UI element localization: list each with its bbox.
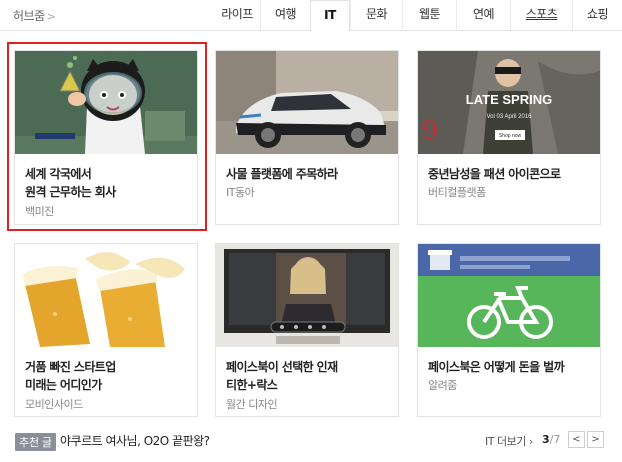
svg-text:9: 9	[422, 116, 439, 146]
article-card-facebook-revenue[interactable]: 페이스북은 어떻게 돈을 벌까 알려줌	[417, 243, 601, 417]
tab-travel[interactable]: 여행	[260, 0, 310, 31]
article-card-remote-work[interactable]: 세계 각국에서 원격 근무하는 회사 백미진	[14, 50, 198, 225]
recommended-article-link[interactable]: 야쿠르트 여사님, O2O 끝판왕?	[60, 432, 210, 449]
article-thumbnail-car	[216, 51, 398, 154]
article-source: 버티컬플랫폼	[428, 186, 486, 199]
chevron-right-icon: >	[46, 10, 56, 23]
article-card-iot-platform[interactable]: 사물 플랫폼에 주목하라 IT동아	[215, 50, 399, 225]
article-source: 모비인사이드	[25, 398, 83, 411]
article-title[interactable]: 중년남성을 패션 아이콘으로	[428, 165, 593, 183]
tab-entertainment[interactable]: 연예	[456, 0, 510, 31]
next-page-button[interactable]: >	[587, 431, 604, 448]
tab-sports[interactable]: 스포츠	[510, 0, 572, 31]
prev-page-button[interactable]: <	[568, 431, 585, 448]
hub-label: 허브줌	[13, 9, 45, 23]
hub-breadcrumb[interactable]: 허브줌 >	[13, 7, 56, 24]
recommended-badge: 추천 글	[15, 433, 56, 451]
article-card-fashion[interactable]: 9 LATE SPRING Vol 03 April 2016 Shop now…	[417, 50, 601, 225]
article-thumbnail-facebook-bike	[418, 244, 600, 347]
article-thumbnail-beer	[15, 244, 197, 347]
chevron-left-icon: <	[572, 434, 581, 445]
vol-text: Vol 03 April 2016	[486, 114, 532, 120]
article-title[interactable]: 페이스북은 어떻게 돈을 벌까	[428, 358, 593, 376]
article-thumbnail-tv	[216, 244, 398, 347]
article-thumbnail-octocat	[15, 51, 197, 154]
it-more-link[interactable]: IT 더보기 ›	[485, 433, 533, 449]
tab-it[interactable]: IT	[310, 0, 350, 32]
article-title[interactable]: 거품 빠진 스타트업 미래는 어디인가	[25, 358, 190, 394]
article-source: 알려줌	[428, 379, 457, 392]
article-source: 월간 디자인	[226, 398, 278, 411]
tab-shopping[interactable]: 쇼핑	[572, 0, 622, 31]
article-source: IT동아	[226, 186, 255, 199]
article-thumbnail-late-spring: 9 LATE SPRING Vol 03 April 2016 Shop now	[418, 51, 600, 154]
tab-life[interactable]: 라이프	[214, 0, 260, 31]
article-title[interactable]: 사물 플랫폼에 주목하라	[226, 165, 391, 183]
footer-bar: 추천 글 야쿠르트 여사님, O2O 끝판왕? IT 더보기 › 3/7 < >	[0, 426, 622, 456]
chevron-right-icon: ›	[528, 435, 533, 448]
category-tabs: 라이프 여행 IT 문화 웹툰 연예 스포츠 쇼핑	[214, 0, 622, 32]
shop-now-text: Shop now	[499, 133, 522, 139]
article-card-facebook-talent[interactable]: 페이스북이 선택한 인재 티한+락스 월간 디자인	[215, 243, 399, 417]
tab-culture[interactable]: 문화	[350, 0, 402, 31]
top-nav: 허브줌 > 라이프 여행 IT 문화 웹툰 연예 스포츠 쇼핑	[0, 0, 622, 32]
article-source: 백미진	[25, 205, 54, 218]
chevron-right-icon: >	[591, 434, 600, 445]
tab-webtoon[interactable]: 웹툰	[402, 0, 456, 31]
page-indicator: 3/7	[542, 433, 561, 446]
article-title[interactable]: 세계 각국에서 원격 근무하는 회사	[25, 165, 190, 201]
late-spring-text: LATE SPRING	[466, 92, 552, 107]
article-card-startup[interactable]: 거품 빠진 스타트업 미래는 어디인가 모비인사이드	[14, 243, 198, 417]
article-title[interactable]: 페이스북이 선택한 인재 티한+락스	[226, 358, 391, 394]
